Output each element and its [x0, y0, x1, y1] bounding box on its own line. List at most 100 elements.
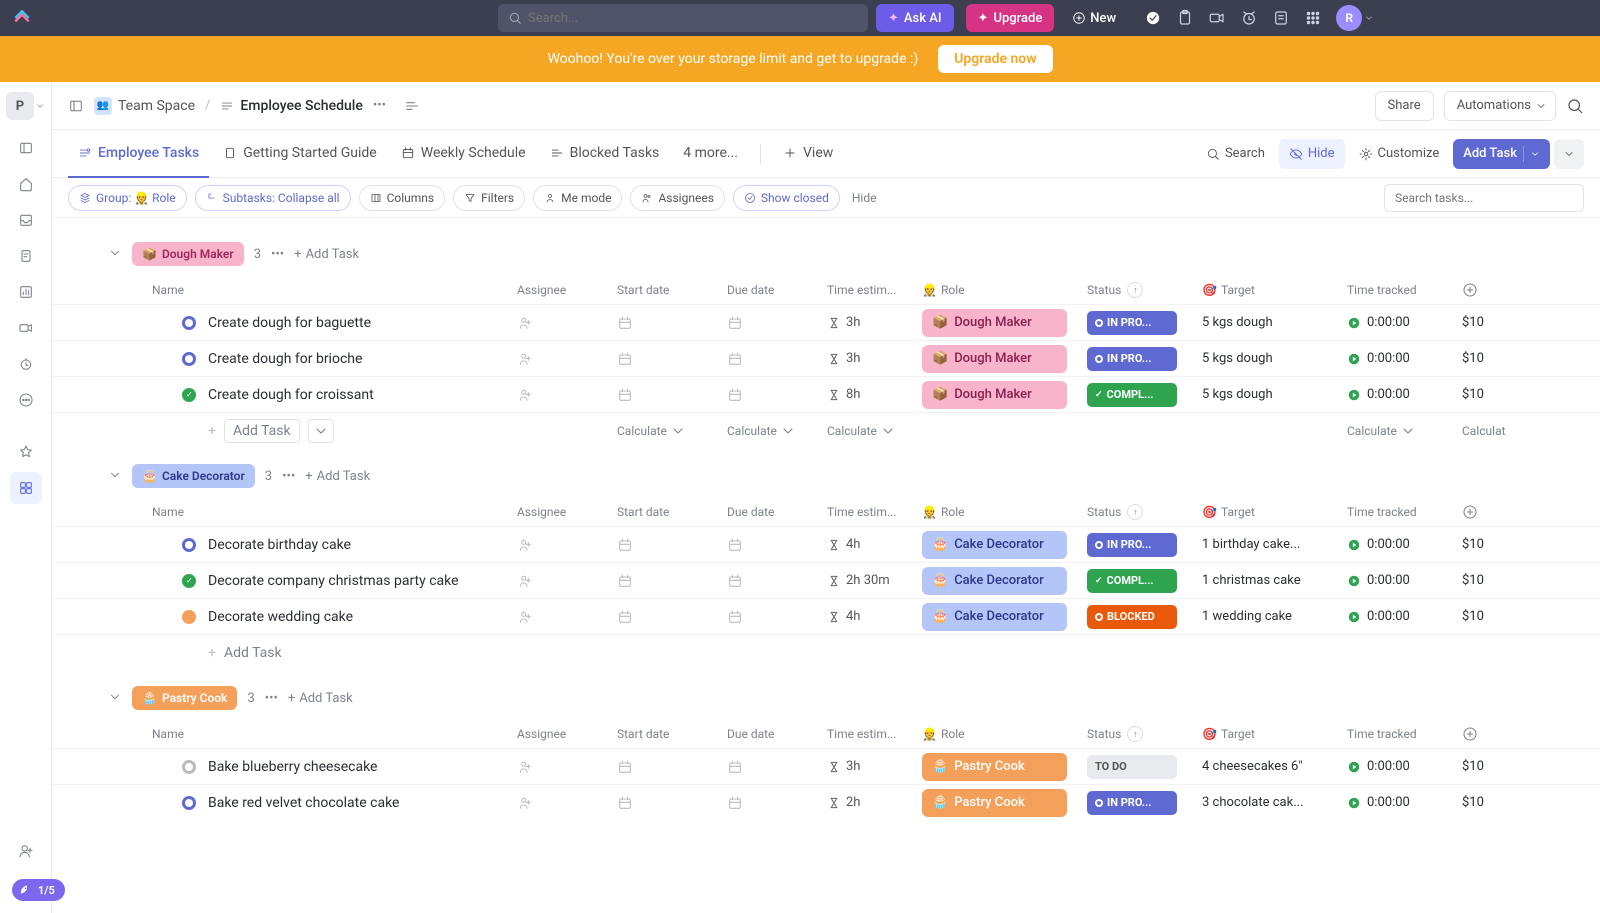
status-dot[interactable]: [182, 574, 196, 588]
add-task-inline[interactable]: +Add Task: [152, 645, 517, 661]
start-date-icon[interactable]: [617, 313, 637, 333]
breadcrumb-more[interactable]: •••: [373, 98, 386, 113]
search-icon[interactable]: [1566, 97, 1584, 115]
target-cell[interactable]: 3 chocolate cak...: [1202, 795, 1347, 810]
workspace-switcher[interactable]: P: [6, 92, 45, 120]
task-name[interactable]: Create dough for croissant: [152, 387, 517, 403]
group-add-task[interactable]: +Add Task: [288, 691, 353, 706]
assignee-icon[interactable]: [517, 349, 537, 369]
tab-more[interactable]: 4 more...: [673, 130, 748, 178]
invite-icon[interactable]: [10, 835, 42, 867]
time-tracked[interactable]: 0:00:00: [1347, 351, 1462, 366]
time-tracked[interactable]: 0:00:00: [1347, 387, 1462, 402]
task-name[interactable]: Decorate birthday cake: [152, 537, 517, 553]
status-dot[interactable]: [182, 316, 196, 330]
banner-upgrade-button[interactable]: Upgrade now: [938, 45, 1052, 73]
global-search-input[interactable]: [528, 11, 858, 26]
onboarding-progress[interactable]: 1/5: [12, 879, 65, 901]
task-name[interactable]: Decorate wedding cake: [152, 609, 517, 625]
task-row[interactable]: Decorate wedding cake 4h 🎂Cake Decorator…: [52, 598, 1600, 634]
role-badge[interactable]: 🎂Cake Decorator: [922, 567, 1067, 595]
view-more-button[interactable]: [1554, 139, 1584, 169]
target-cell[interactable]: 1 wedding cake: [1202, 609, 1347, 624]
due-date-icon[interactable]: [727, 757, 747, 777]
time-estimate[interactable]: 3h: [827, 351, 922, 366]
tab-blocked-tasks[interactable]: Blocked Tasks: [540, 130, 670, 178]
assignee-icon[interactable]: [517, 535, 537, 555]
chip-filters[interactable]: Filters: [453, 185, 525, 211]
calc-time[interactable]: Calculate: [827, 423, 922, 439]
cost-cell[interactable]: $10: [1462, 573, 1502, 588]
start-date-icon[interactable]: [617, 349, 637, 369]
add-task-button[interactable]: Add Task: [1453, 139, 1550, 169]
group-pill[interactable]: 🧁Pastry Cook: [132, 686, 237, 710]
status-dot[interactable]: [182, 796, 196, 810]
group-collapse-icon[interactable]: [108, 468, 122, 482]
target-cell[interactable]: 5 kgs dough: [1202, 387, 1347, 402]
panel-icon[interactable]: [68, 98, 84, 114]
time-estimate[interactable]: 4h: [827, 537, 922, 552]
sidebar-toggle-icon[interactable]: [10, 132, 42, 164]
group-collapse-icon[interactable]: [108, 246, 122, 260]
target-cell[interactable]: 5 kgs dough: [1202, 315, 1347, 330]
calc-track[interactable]: Calculate: [1347, 423, 1462, 439]
check-circle-icon[interactable]: [1144, 9, 1162, 27]
time-estimate[interactable]: 2h: [827, 795, 922, 810]
calc-cost[interactable]: Calculat: [1462, 424, 1506, 438]
assignee-icon[interactable]: [517, 757, 537, 777]
due-date-icon[interactable]: [727, 571, 747, 591]
breadcrumb-page[interactable]: Employee Schedule: [220, 98, 362, 114]
ask-ai-button[interactable]: ✦Ask AI: [876, 4, 954, 32]
task-name[interactable]: Bake red velvet chocolate cake: [152, 795, 517, 811]
chip-subtasks[interactable]: Subtasks: Collapse all: [195, 185, 351, 211]
new-button[interactable]: New: [1062, 4, 1126, 32]
collapse-icon[interactable]: [404, 98, 420, 114]
task-name[interactable]: Bake blueberry cheesecake: [152, 759, 517, 775]
time-tracked[interactable]: 0:00:00: [1347, 315, 1462, 330]
tab-getting-started[interactable]: Getting Started Guide: [213, 130, 387, 178]
docs-icon[interactable]: [10, 240, 42, 272]
assignee-icon[interactable]: [517, 607, 537, 627]
role-badge[interactable]: 🧁Pastry Cook: [922, 789, 1067, 817]
time-tracked[interactable]: 0:00:00: [1347, 795, 1462, 810]
cost-cell[interactable]: $10: [1462, 759, 1502, 774]
dashboards-icon[interactable]: [10, 276, 42, 308]
time-tracked[interactable]: 0:00:00: [1347, 537, 1462, 552]
group-pill[interactable]: 🎂Cake Decorator: [132, 464, 255, 488]
more-icon[interactable]: [10, 384, 42, 416]
status-badge[interactable]: BLOCKED: [1087, 605, 1177, 629]
inbox-icon[interactable]: [10, 204, 42, 236]
alarm-icon[interactable]: [1240, 9, 1258, 27]
group-more-icon[interactable]: •••: [282, 469, 295, 484]
cost-cell[interactable]: $10: [1462, 795, 1502, 810]
apps-icon[interactable]: [1304, 9, 1322, 27]
add-column-button[interactable]: [1462, 282, 1502, 298]
chip-group[interactable]: Group: 👷 Role: [68, 185, 187, 211]
role-badge[interactable]: 📦Dough Maker: [922, 381, 1067, 409]
cost-cell[interactable]: $10: [1462, 315, 1502, 330]
role-badge[interactable]: 🎂Cake Decorator: [922, 603, 1067, 631]
add-task-inline[interactable]: + Add Task: [152, 419, 517, 443]
cost-cell[interactable]: $10: [1462, 387, 1502, 402]
due-date-icon[interactable]: [727, 385, 747, 405]
target-cell[interactable]: 1 birthday cake...: [1202, 537, 1347, 552]
chip-show-closed[interactable]: Show closed: [733, 185, 840, 211]
time-estimate[interactable]: 8h: [827, 387, 922, 402]
share-button[interactable]: Share: [1375, 91, 1434, 121]
note-icon[interactable]: [1272, 9, 1290, 27]
add-view-button[interactable]: View: [773, 130, 843, 178]
time-estimate[interactable]: 2h 30m: [827, 573, 922, 588]
task-name[interactable]: Create dough for baguette: [152, 315, 517, 331]
start-date-icon[interactable]: [617, 385, 637, 405]
customize-button[interactable]: Customize: [1349, 139, 1450, 169]
clipboard-icon[interactable]: [1176, 9, 1194, 27]
role-badge[interactable]: 📦Dough Maker: [922, 345, 1067, 373]
task-list-scroll[interactable]: 📦Dough Maker 3 ••• +Add Task Name Assign…: [52, 218, 1600, 913]
clips-icon[interactable]: [10, 312, 42, 344]
group-add-task[interactable]: +Add Task: [305, 469, 370, 484]
status-dot[interactable]: [182, 760, 196, 774]
task-name[interactable]: Decorate company christmas party cake: [152, 573, 517, 589]
group-more-icon[interactable]: •••: [271, 247, 284, 262]
assignee-icon[interactable]: [517, 385, 537, 405]
upgrade-button[interactable]: ✦Upgrade: [966, 4, 1055, 32]
